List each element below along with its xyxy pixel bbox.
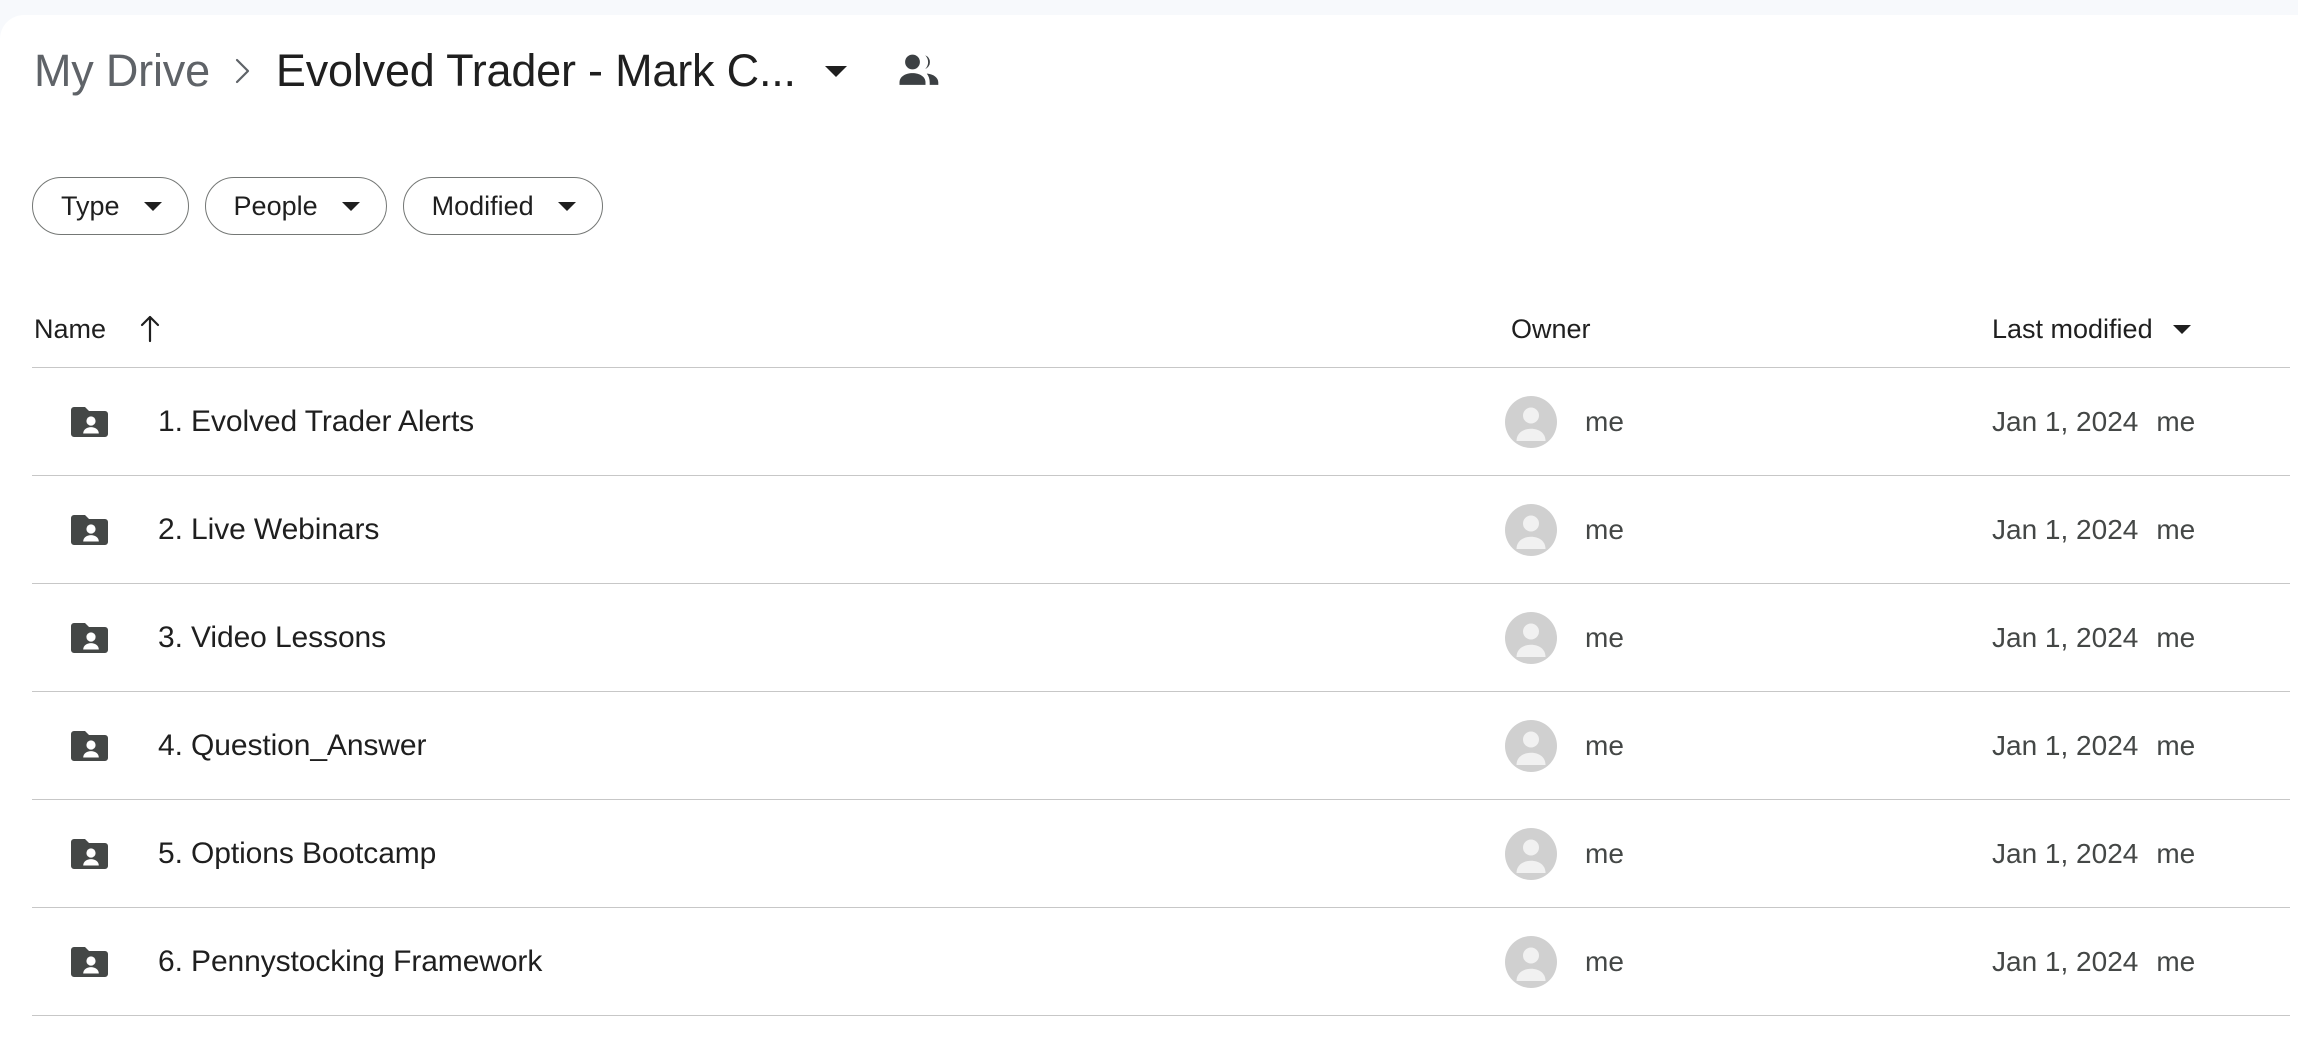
shared-folder-icon (68, 831, 114, 877)
shared-folder-icon (68, 615, 114, 661)
chevron-down-icon (556, 198, 578, 214)
last-modified-date: Jan 1, 2024 (1992, 945, 2139, 977)
last-modified-cell: Jan 1, 2024 me (1992, 622, 2195, 654)
drive-content-panel: My Drive Evolved Trader - Mark C... Type (0, 15, 2298, 1038)
person-avatar-icon (1505, 827, 1557, 880)
person-avatar-icon (1505, 611, 1557, 664)
last-modified-by: me (2156, 513, 2196, 545)
filter-chip-modified[interactable]: Modified (402, 177, 603, 235)
chevron-right-icon (230, 56, 256, 86)
owner-cell: me (1505, 719, 1624, 772)
last-modified-date: Jan 1, 2024 (1992, 837, 2139, 869)
person-avatar-icon (1505, 503, 1557, 556)
owner-name: me (1585, 405, 1624, 437)
owner-name: me (1585, 945, 1624, 977)
chevron-down-icon[interactable] (822, 61, 850, 81)
shared-folder-icon (68, 399, 114, 445)
owner-cell: me (1505, 827, 1624, 880)
owner-cell: me (1505, 935, 1624, 988)
chevron-down-icon (340, 198, 362, 214)
table-row[interactable]: 5. Options Bootcamp me Jan 1, 2024 me (0, 800, 2298, 907)
last-modified-cell: Jan 1, 2024 me (1992, 838, 2195, 870)
last-modified-by: me (2156, 405, 2196, 437)
breadcrumb-item-current-folder[interactable]: Evolved Trader - Mark C... (276, 45, 796, 97)
last-modified-cell: Jan 1, 2024 me (1992, 946, 2195, 978)
last-modified-by: me (2156, 621, 2196, 653)
shared-folder-icon (68, 939, 114, 985)
column-header-last-modified[interactable]: Last modified (1992, 314, 2193, 345)
file-name[interactable]: 5. Options Bootcamp (158, 837, 436, 871)
shared-folder-icon (68, 723, 114, 769)
last-modified-date: Jan 1, 2024 (1992, 729, 2139, 761)
filter-chip-people[interactable]: People (204, 177, 387, 235)
column-header-name-label: Name (34, 313, 107, 344)
last-modified-cell: Jan 1, 2024 me (1992, 514, 2195, 546)
last-modified-date: Jan 1, 2024 (1992, 513, 2139, 545)
last-modified-cell: Jan 1, 2024 me (1992, 406, 2195, 438)
table-row[interactable]: 4. Question_Answer me Jan 1, 2024 me (0, 692, 2298, 799)
column-header-owner[interactable]: Owner (1511, 314, 1591, 345)
table-header-row: Name Owner Last modified (0, 291, 2298, 367)
person-avatar-icon (1505, 935, 1557, 988)
divider (32, 1015, 2290, 1016)
column-header-owner-label: Owner (1511, 313, 1591, 344)
arrow-up-icon (138, 314, 162, 344)
column-header-last-modified-label: Last modified (1992, 313, 2153, 344)
filter-chip-people-label: People (233, 190, 318, 221)
people-shared-icon[interactable] (896, 51, 942, 91)
last-modified-date: Jan 1, 2024 (1992, 405, 2139, 437)
person-avatar-icon (1505, 395, 1557, 448)
owner-name: me (1585, 621, 1624, 653)
table-row[interactable]: 3. Video Lessons me Jan 1, 2024 me (0, 584, 2298, 691)
person-avatar-icon (1505, 719, 1557, 772)
breadcrumb-item-my-drive[interactable]: My Drive (34, 45, 210, 97)
file-name[interactable]: 6. Pennystocking Framework (158, 945, 542, 979)
last-modified-by: me (2156, 945, 2196, 977)
file-name[interactable]: 3. Video Lessons (158, 621, 386, 655)
breadcrumb: My Drive Evolved Trader - Mark C... (0, 33, 942, 109)
table-row[interactable]: 6. Pennystocking Framework me Jan 1, 202… (0, 908, 2298, 1015)
owner-name: me (1585, 729, 1624, 761)
filter-chip-row: Type People Modified (32, 177, 603, 235)
filter-chip-type[interactable]: Type (32, 177, 189, 235)
last-modified-by: me (2156, 729, 2196, 761)
table-row[interactable]: 2. Live Webinars me Jan 1, 2024 me (0, 476, 2298, 583)
owner-cell: me (1505, 611, 1624, 664)
file-list-table: Name Owner Last modified 1. Evolved Trad… (0, 291, 2298, 1016)
column-header-name[interactable]: Name (34, 314, 162, 345)
chevron-down-icon (142, 198, 164, 214)
last-modified-date: Jan 1, 2024 (1992, 621, 2139, 653)
file-name[interactable]: 2. Live Webinars (158, 513, 379, 547)
filter-chip-type-label: Type (61, 190, 120, 221)
owner-cell: me (1505, 503, 1624, 556)
table-row[interactable]: 1. Evolved Trader Alerts me Jan 1, 2024 m… (0, 368, 2298, 475)
owner-cell: me (1505, 395, 1624, 448)
file-name[interactable]: 4. Question_Answer (158, 729, 426, 763)
shared-folder-icon (68, 507, 114, 553)
owner-name: me (1585, 837, 1624, 869)
last-modified-by: me (2156, 837, 2196, 869)
last-modified-cell: Jan 1, 2024 me (1992, 730, 2195, 762)
owner-name: me (1585, 513, 1624, 545)
filter-chip-modified-label: Modified (431, 190, 534, 221)
chevron-down-icon (2171, 321, 2193, 337)
file-name[interactable]: 1. Evolved Trader Alerts (158, 405, 474, 439)
